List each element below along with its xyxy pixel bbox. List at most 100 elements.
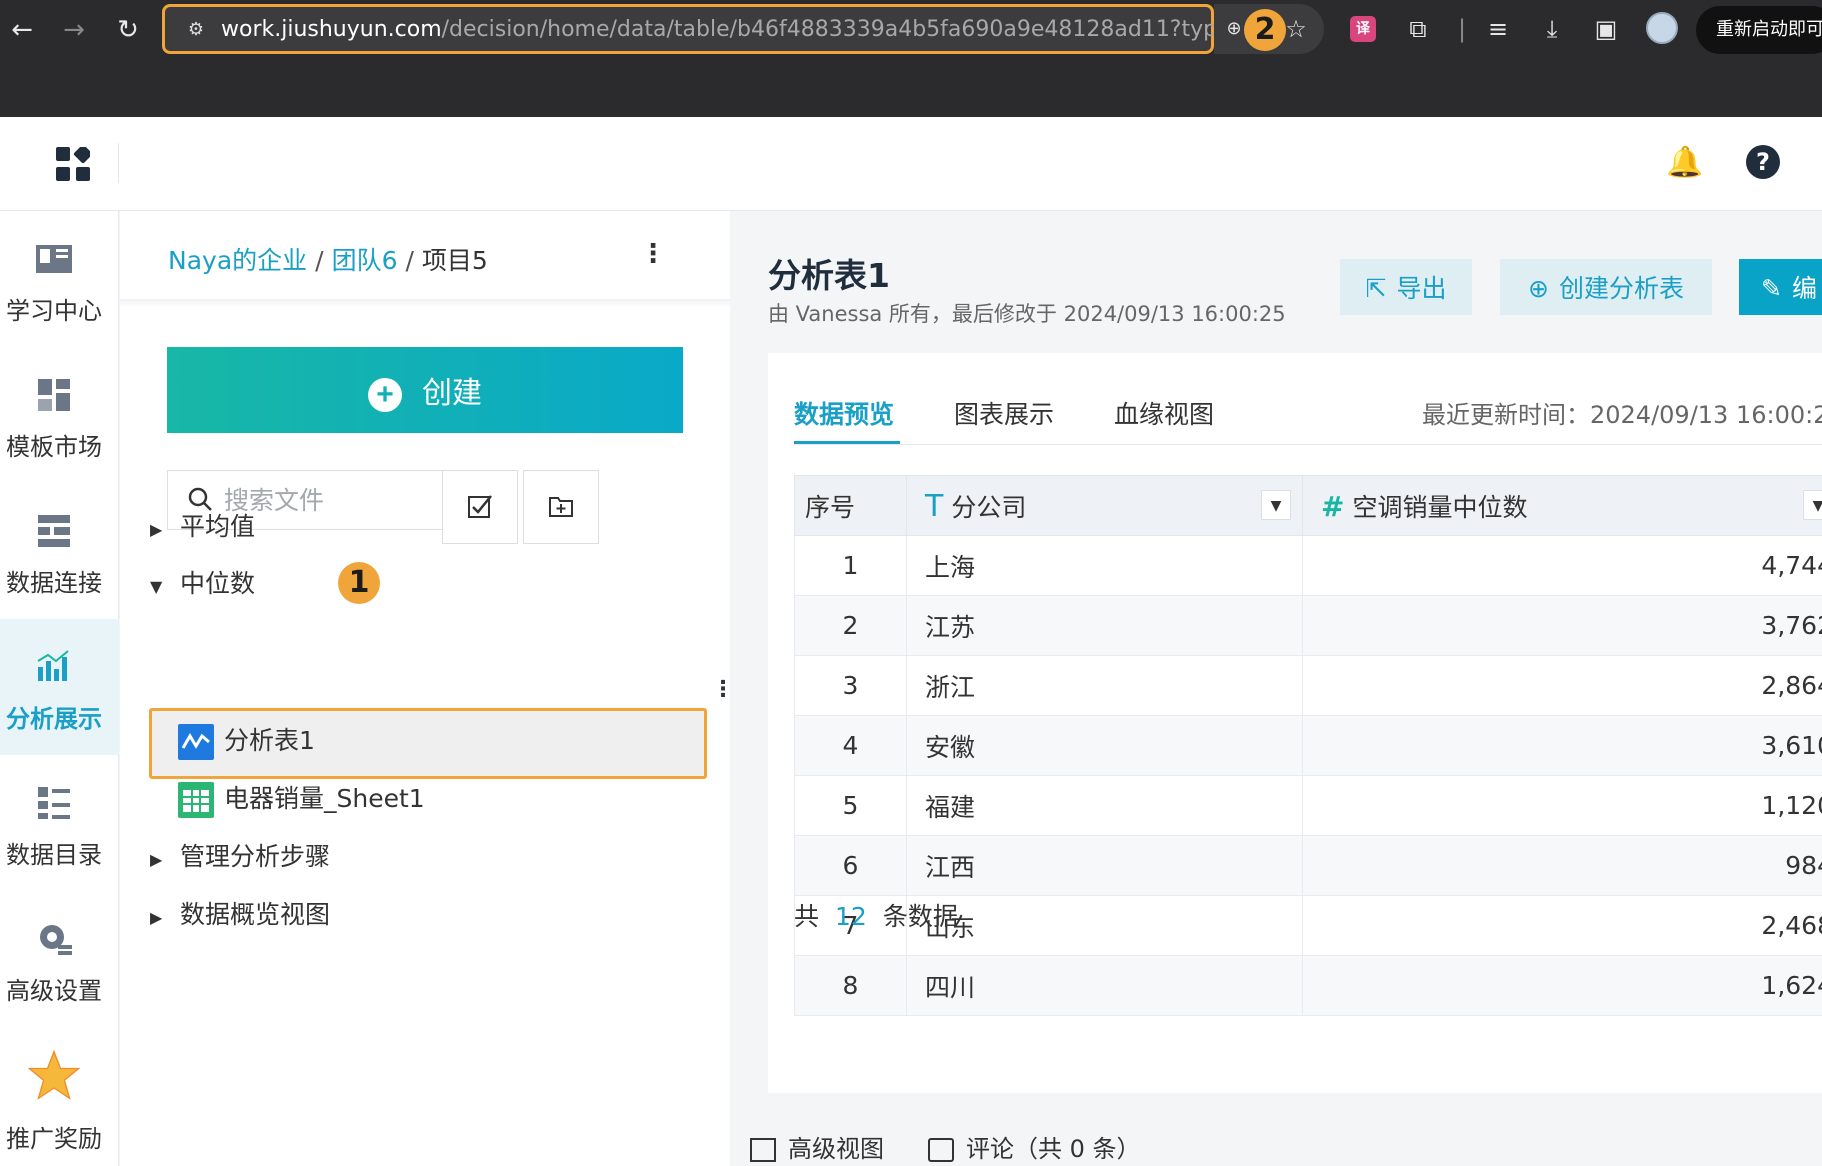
tree-item-overview[interactable]: ▶ 数据概览视图 — [150, 895, 330, 931]
analysis-table-icon — [178, 724, 214, 760]
table-row[interactable]: 2江苏3,762 — [794, 595, 1822, 656]
tree-item-label: 管理分析步骤 — [180, 842, 331, 871]
annotation-badge-1: 1 — [338, 562, 380, 604]
back-icon[interactable]: ← — [4, 12, 40, 48]
create-button[interactable]: + 创建 — [167, 347, 683, 433]
tree-item-label: 分析表1 — [224, 726, 315, 755]
caret-down-icon: ▼ — [150, 577, 163, 596]
edit-button[interactable]: ✎ 编 — [1739, 259, 1822, 315]
row-branch: 江西 — [906, 835, 1303, 896]
download-icon[interactable]: ⤓ — [1536, 13, 1568, 45]
sidebar-item-data-connect[interactable]: 数据连接 — [0, 483, 119, 619]
tab-data-preview[interactable]: 数据预览 — [794, 395, 894, 431]
breadcrumb: Naya的企业 / 团队6/项目5 — [168, 246, 488, 275]
tree-item-label: 电器销量_Sheet1 — [224, 784, 425, 813]
tree-item-average[interactable]: ▶ 平均值 — [150, 507, 255, 543]
restart-button[interactable]: 重新启动即可 — [1696, 6, 1822, 54]
export-label: 导出 — [1396, 275, 1447, 303]
side-panel-icon[interactable]: ▣ — [1590, 13, 1622, 45]
row-median-value: 3,610 — [1302, 715, 1822, 776]
row-branch: 安徽 — [906, 715, 1303, 776]
tree-item-analysis-table[interactable]: 分析表1 — [178, 721, 315, 760]
sidebar-item-rewards[interactable]: 推广奖励 — [0, 1027, 119, 1163]
tree-item-median[interactable]: ▼ 中位数 — [150, 564, 255, 600]
site-settings-icon[interactable]: ⚙ — [183, 17, 209, 43]
more-options-icon[interactable]: ⋮ — [640, 239, 666, 269]
analysis-icon — [37, 650, 69, 681]
divider: | — [1457, 15, 1467, 43]
extensions-icon[interactable]: ⧉ — [1402, 13, 1434, 45]
export-button[interactable]: ⇱ 导出 — [1340, 259, 1472, 315]
file-panel: Naya的企业/团队6/项目5 ⋮ +创建 ▶平均值 ▼中位数 1 ⋮ 分析表1… — [120, 211, 734, 1166]
last-update-time: 最近更新时间：2024/09/13 16:00:2 — [1422, 401, 1822, 429]
edit-icon: ✎ — [1761, 275, 1782, 303]
row-median-value: 4,744 — [1302, 535, 1822, 596]
sidebar-item-catalog[interactable]: 数据目录 — [0, 755, 119, 891]
url-path: /decision/home/data/table/b46f4883339a4b… — [441, 17, 1302, 42]
reload-icon[interactable]: ↻ — [110, 12, 146, 48]
create-analysis-button[interactable]: ⊕ 创建分析表 — [1500, 259, 1712, 315]
row-index: 2 — [794, 595, 907, 656]
table-row[interactable]: 6江西984 — [794, 835, 1822, 896]
comment-icon — [928, 1138, 954, 1162]
column-header-median[interactable]: # 空调销量中位数 ▼ — [1302, 475, 1822, 536]
table-row[interactable]: 3浙江2,864 — [794, 655, 1822, 716]
edit-label: 编 — [1791, 275, 1817, 303]
advanced-view-button[interactable]: 高级视图 — [750, 1129, 884, 1164]
book-icon — [36, 245, 72, 273]
sidebar-item-templates[interactable]: 模板市场 — [0, 347, 119, 483]
tab-divider — [794, 444, 1822, 445]
browser-toolbar: ← → ↻ ⚙ work.jiushuyun.com/decision/home… — [0, 0, 1822, 117]
help-icon[interactable]: ? — [1746, 145, 1780, 179]
media-icon[interactable]: ≡ — [1482, 13, 1514, 45]
checkbox-icon — [468, 495, 492, 518]
tab-chart-view[interactable]: 图表展示 — [954, 395, 1054, 431]
template-icon — [38, 379, 70, 411]
app-header: 🔔 ? — [0, 117, 1822, 211]
text-type-icon: T — [925, 488, 944, 524]
address-bar[interactable]: ⚙ work.jiushuyun.com/decision/home/data/… — [162, 4, 1301, 54]
catalog-icon — [38, 787, 70, 819]
comments-button[interactable]: 评论（共 0 条） — [928, 1129, 1141, 1164]
breadcrumb-project: 项目5 — [421, 246, 488, 275]
breadcrumb-enterprise[interactable]: Naya的企业 — [168, 246, 307, 275]
column-dropdown-icon[interactable]: ▼ — [1803, 490, 1822, 520]
new-folder-button[interactable] — [523, 470, 599, 544]
document-meta: 由 Vanessa 所有，最后修改于 2024/09/13 16:00:25 — [768, 302, 1286, 326]
export-icon: ⇱ — [1365, 275, 1387, 303]
sidebar-item-label: 推广奖励 — [6, 1125, 102, 1153]
row-index: 8 — [794, 955, 907, 1016]
tree-item-sheet[interactable]: 电器销量_Sheet1 — [178, 779, 425, 818]
sidebar-item-analysis[interactable]: 分析展示 — [0, 619, 119, 755]
total-count: 共 12 条数据 — [794, 902, 958, 931]
row-index: 3 — [794, 655, 907, 716]
column-header-index: 序号 — [794, 475, 907, 536]
row-branch: 上海 — [906, 535, 1303, 596]
batch-select-button[interactable] — [442, 470, 518, 544]
row-branch: 江苏 — [906, 595, 1303, 656]
tab-lineage-view[interactable]: 血缘视图 — [1114, 395, 1214, 431]
table-row[interactable]: 8四川1,624 — [794, 955, 1822, 1016]
column-dropdown-icon[interactable]: ▼ — [1261, 490, 1291, 520]
caret-right-icon: ▶ — [150, 850, 163, 869]
table-header-row: 序号 T 分公司 ▼ # 空调销量中位数 ▼ — [794, 475, 1822, 536]
sidebar-item-settings[interactable]: 高级设置 — [0, 891, 119, 1027]
table-row[interactable]: 1上海4,744 — [794, 535, 1822, 596]
avatar[interactable] — [1646, 12, 1678, 44]
page-title: 分析表1 — [768, 256, 890, 295]
breadcrumb-team[interactable]: 团队6 — [332, 246, 398, 275]
number-type-icon: # — [1321, 489, 1345, 523]
translate-icon[interactable]: 译 — [1350, 16, 1376, 42]
tree-item-manage-steps[interactable]: ▶ 管理分析步骤 — [150, 837, 330, 873]
app-grid-icon[interactable] — [56, 147, 90, 181]
table-row[interactable]: 5福建1,120 — [794, 775, 1822, 836]
row-median-value: 2,468 — [1302, 895, 1822, 956]
create-label: 创建 — [422, 376, 482, 410]
bell-icon[interactable]: 🔔 — [1666, 145, 1703, 180]
sidebar-item-label: 数据目录 — [6, 841, 102, 869]
column-header-branch[interactable]: T 分公司 ▼ — [906, 475, 1303, 536]
sidebar-item-label: 数据连接 — [6, 569, 102, 597]
table-row[interactable]: 4安徽3,610 — [794, 715, 1822, 776]
forward-icon[interactable]: → — [56, 12, 92, 48]
sidebar-item-learning[interactable]: 学习中心 — [0, 211, 119, 347]
